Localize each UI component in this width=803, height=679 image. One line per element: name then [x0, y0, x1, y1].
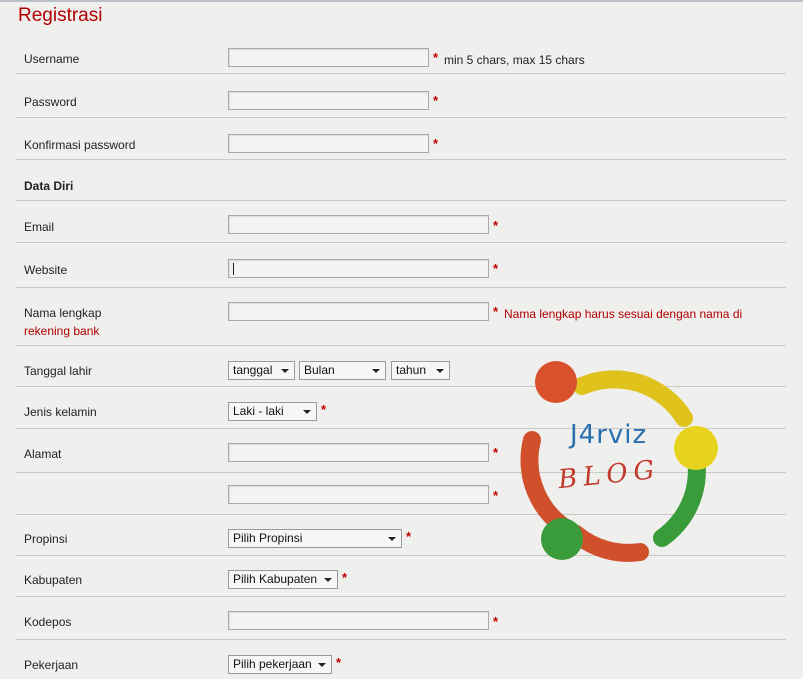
occupation-label: Pekerjaan	[24, 658, 79, 672]
birth-month-value: Bulan	[304, 363, 335, 377]
username-required: *	[433, 50, 439, 65]
birth-date-label: Tanggal lahir	[24, 364, 93, 378]
email-input[interactable]	[228, 215, 489, 234]
province-select[interactable]: Pilih Propinsi	[228, 529, 402, 548]
confirm-password-required: *	[433, 136, 439, 151]
province-required: *	[406, 529, 412, 544]
occupation-value: Pilih pekerjaan	[233, 657, 312, 671]
chevron-down-icon	[318, 663, 326, 667]
logo-text-line1: J4rviz	[570, 420, 648, 450]
address-line2-input[interactable]	[228, 485, 489, 504]
chevron-down-icon	[372, 369, 380, 373]
address-label: Alamat	[24, 447, 62, 461]
text-cursor	[233, 263, 234, 275]
gender-required: *	[321, 402, 327, 417]
website-input[interactable]	[228, 259, 489, 278]
chevron-down-icon	[324, 578, 332, 582]
postal-code-label: Kodepos	[24, 615, 72, 629]
province-label: Propinsi	[24, 532, 68, 546]
regency-value: Pilih Kabupaten	[233, 572, 318, 586]
confirm-password-input[interactable]	[228, 134, 429, 153]
address-line1-required: *	[493, 445, 499, 460]
row-confirm-password: Konfirmasi password *	[16, 117, 786, 160]
row-username: Username * min 5 chars, max 15 chars	[16, 33, 786, 74]
password-input[interactable]	[228, 91, 429, 110]
regency-label: Kabupaten	[24, 573, 83, 587]
email-label: Email	[24, 220, 55, 234]
website-label: Website	[24, 263, 68, 277]
row-postal-code: Kodepos *	[16, 596, 786, 640]
chevron-down-icon	[303, 410, 311, 414]
gender-label: Jenis kelamin	[24, 405, 97, 419]
regency-select[interactable]: Pilih Kabupaten	[228, 570, 338, 589]
full-name-label-line2: rekening bank	[24, 324, 100, 338]
password-required: *	[433, 93, 439, 108]
occupation-required: *	[336, 655, 342, 670]
address-line2-required: *	[493, 488, 499, 503]
row-section-personal: Data Diri	[16, 159, 786, 201]
occupation-select[interactable]: Pilih pekerjaan	[228, 655, 332, 674]
username-hint: min 5 chars, max 15 chars	[444, 53, 585, 67]
full-name-hint: Nama lengkap harus sesuai dengan nama di	[504, 307, 743, 321]
gender-select[interactable]: Laki - laki	[228, 402, 317, 421]
row-email: Email *	[16, 200, 786, 243]
birth-year-select[interactable]: tahun	[391, 361, 450, 380]
postal-code-required: *	[493, 614, 499, 629]
chevron-down-icon	[436, 369, 444, 373]
username-input[interactable]	[228, 48, 429, 67]
full-name-label: Nama lengkap	[24, 306, 102, 320]
section-personal-heading: Data Diri	[24, 179, 74, 193]
website-required: *	[493, 261, 499, 276]
province-value: Pilih Propinsi	[233, 531, 303, 545]
gender-value: Laki - laki	[233, 404, 284, 418]
email-required: *	[493, 218, 499, 233]
top-border	[0, 0, 803, 2]
postal-code-input[interactable]	[228, 611, 489, 630]
page-title: Registrasi	[18, 5, 103, 26]
chevron-down-icon	[388, 537, 396, 541]
address-line1-input[interactable]	[228, 443, 489, 462]
birth-year-value: tahun	[396, 363, 427, 377]
row-website: Website *	[16, 242, 786, 288]
blog-logo: J4rviz BLOG	[512, 356, 724, 566]
row-password: Password *	[16, 73, 786, 118]
birth-day-value: tanggal	[233, 363, 273, 377]
birth-month-select[interactable]: Bulan	[299, 361, 386, 380]
password-label: Password	[24, 95, 77, 109]
full-name-input[interactable]	[228, 302, 489, 321]
birth-day-select[interactable]: tanggal	[228, 361, 295, 380]
chevron-down-icon	[281, 369, 289, 373]
username-label: Username	[24, 52, 80, 66]
regency-required: *	[342, 570, 348, 585]
full-name-required: *	[493, 304, 499, 319]
row-full-name: Nama lengkap rekening bank * Nama lengka…	[16, 287, 786, 346]
row-occupation: Pekerjaan Pilih pekerjaan *	[16, 639, 786, 679]
confirm-password-label: Konfirmasi password	[24, 138, 136, 152]
